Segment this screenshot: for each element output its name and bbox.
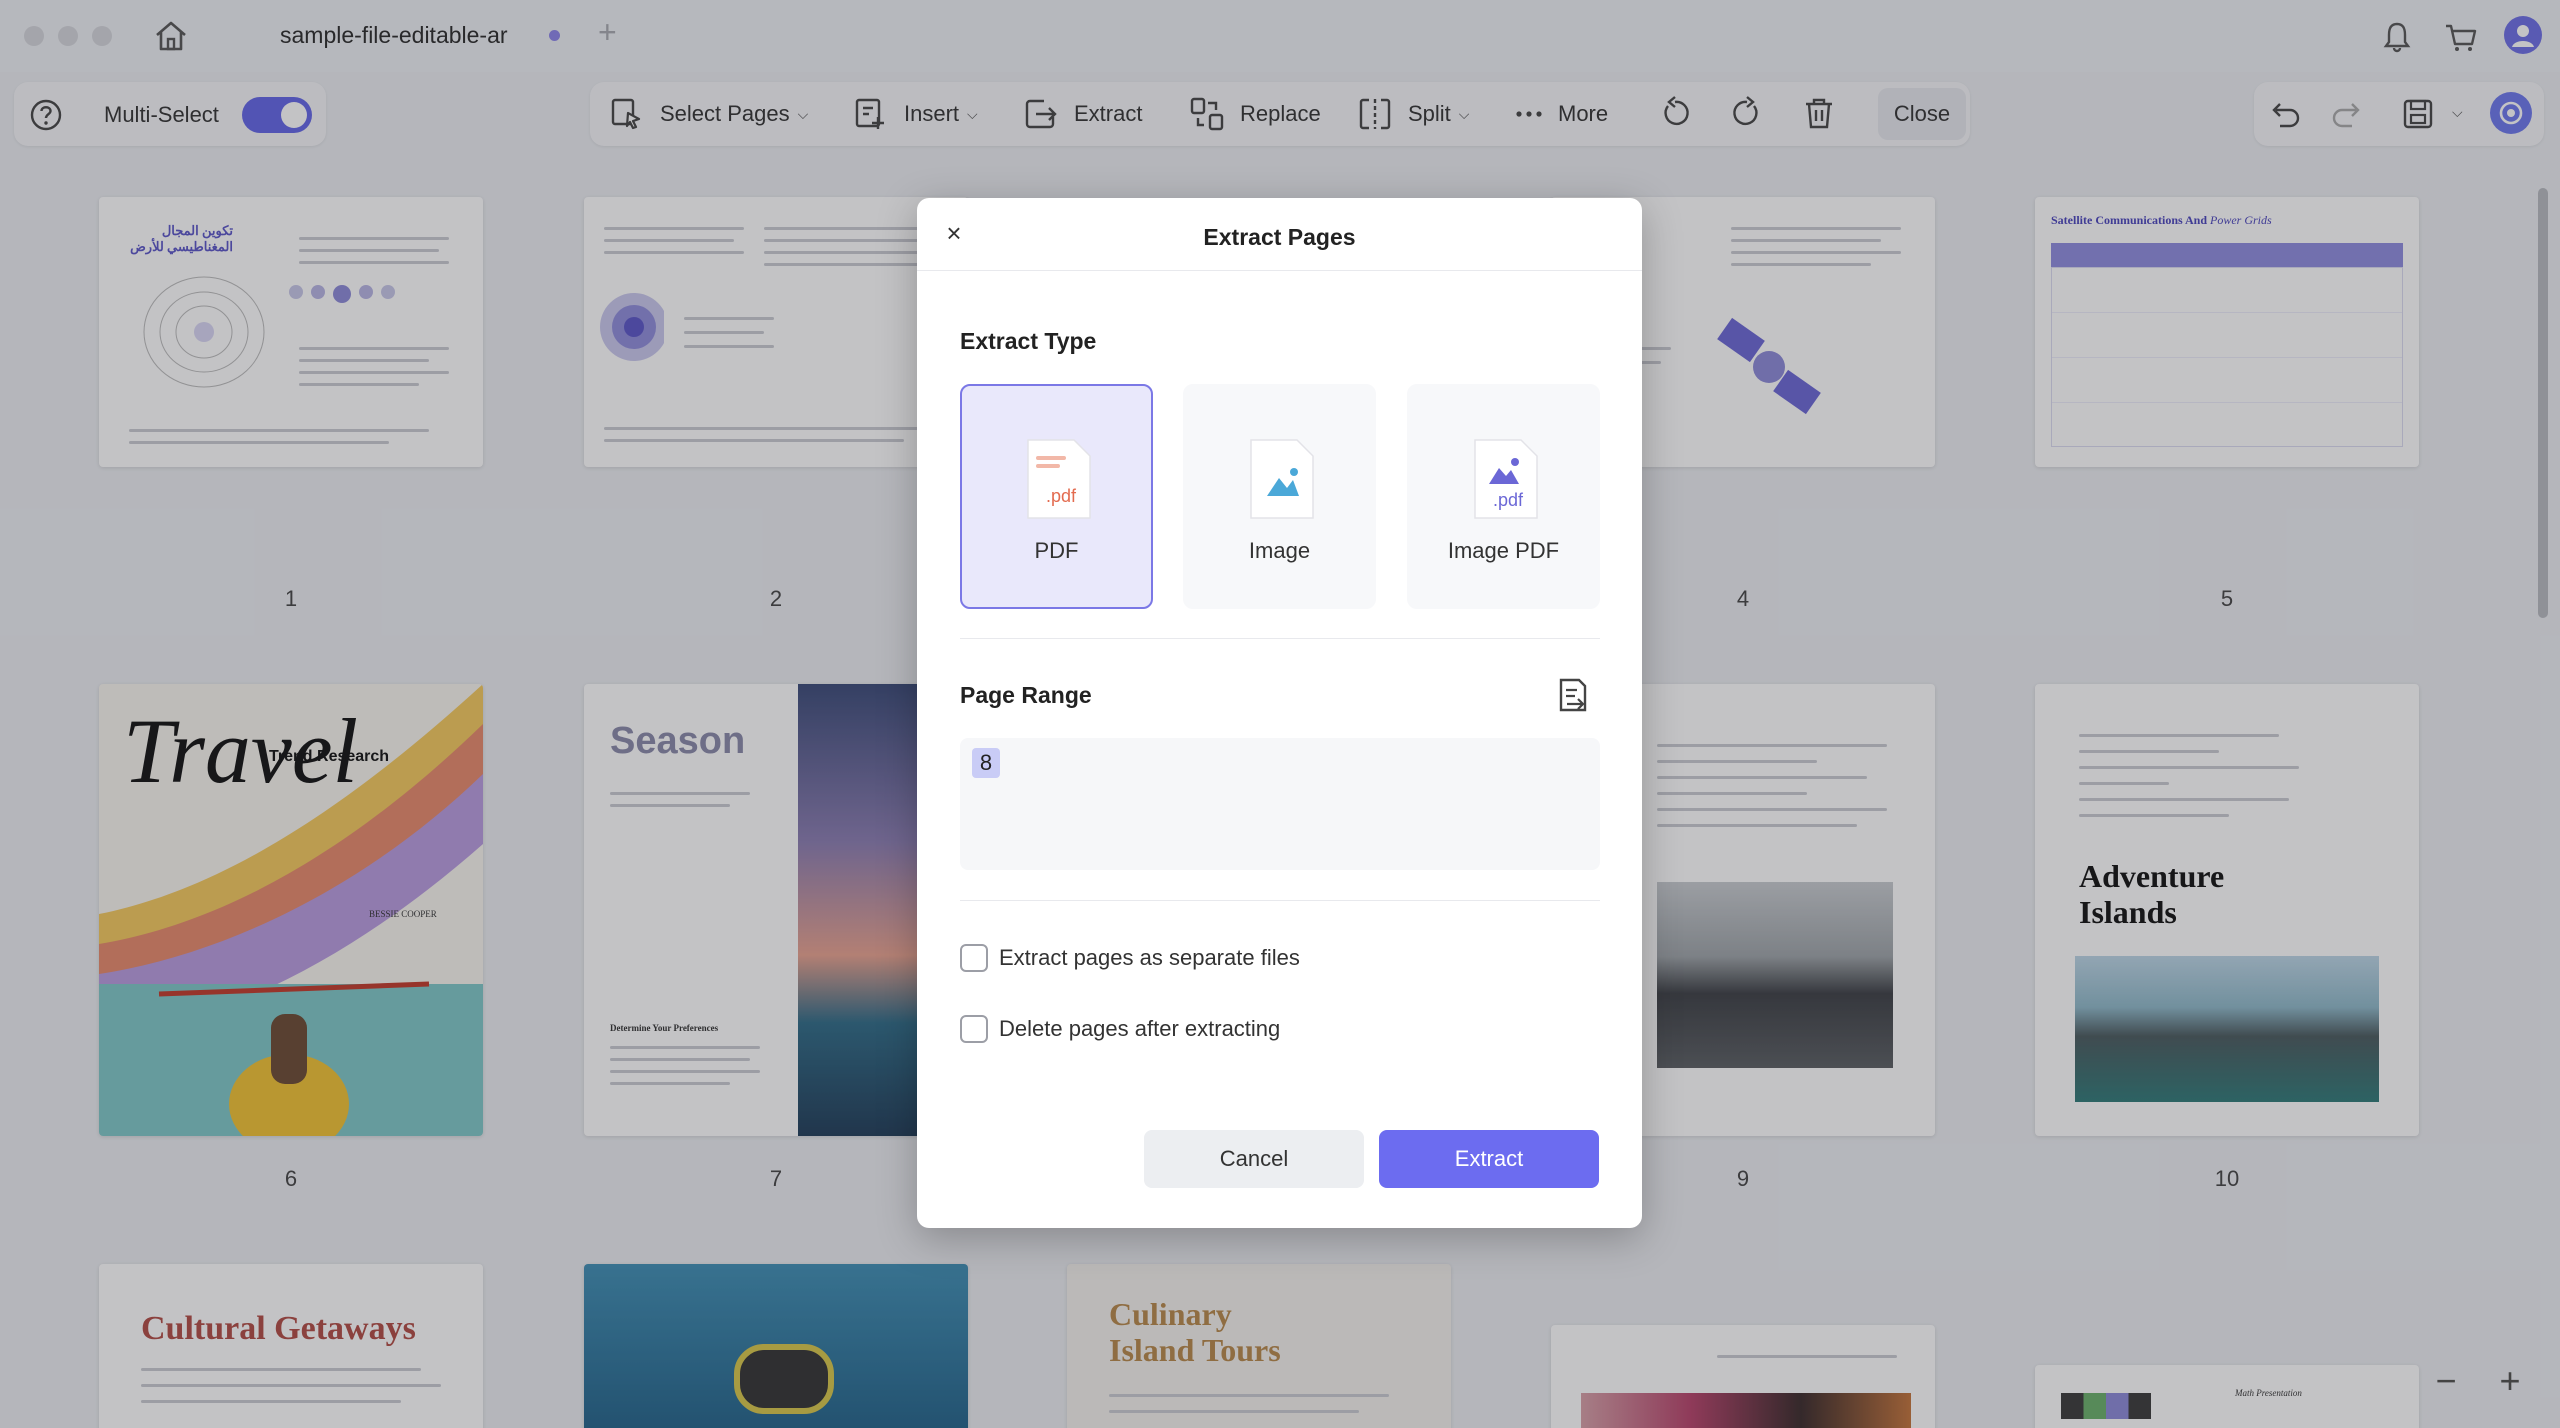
- extract-type-image-pdf[interactable]: .pdf Image PDF: [1407, 384, 1600, 609]
- image-pdf-file-icon: .pdf: [1474, 439, 1538, 519]
- page-range-value: 8: [972, 748, 1000, 778]
- extract-type-label: Extract Type: [960, 328, 1097, 354]
- extract-type-image-pdf-label: Image PDF: [1447, 538, 1560, 563]
- header-divider: [917, 270, 1642, 271]
- page-range-input[interactable]: 8: [960, 738, 1600, 870]
- page-range-picker-icon[interactable]: [1553, 676, 1591, 716]
- image-file-icon: [1250, 439, 1314, 519]
- zoom-out-button[interactable]: −: [2426, 1360, 2466, 1402]
- delete-after-option[interactable]: Delete pages after extracting: [960, 1015, 1280, 1043]
- section-divider-2: [960, 900, 1600, 901]
- section-divider: [960, 638, 1600, 639]
- separate-files-label: Extract pages as separate files: [999, 945, 1300, 970]
- extract-button[interactable]: Extract: [1379, 1130, 1599, 1188]
- pdf-file-icon: .pdf: [1027, 439, 1091, 519]
- extract-pages-dialog: × Extract Pages Extract Type .pdf PDF Im…: [917, 198, 1642, 1228]
- svg-text:.pdf: .pdf: [1493, 490, 1524, 510]
- separate-files-checkbox[interactable]: [960, 944, 988, 972]
- extract-type-pdf-label: PDF: [1034, 538, 1079, 563]
- extract-type-pdf[interactable]: .pdf PDF: [960, 384, 1153, 609]
- page-range-label: Page Range: [960, 682, 1092, 708]
- zoom-in-button[interactable]: +: [2490, 1360, 2530, 1402]
- cancel-button[interactable]: Cancel: [1144, 1130, 1364, 1188]
- delete-after-label: Delete pages after extracting: [999, 1016, 1281, 1041]
- extract-type-image[interactable]: Image: [1183, 384, 1376, 609]
- svg-text:.pdf: .pdf: [1046, 486, 1077, 506]
- delete-after-checkbox[interactable]: [960, 1015, 988, 1043]
- dialog-title: Extract Pages: [1203, 224, 1356, 250]
- separate-files-option[interactable]: Extract pages as separate files: [960, 944, 1300, 972]
- extract-type-image-label: Image: [1248, 538, 1311, 563]
